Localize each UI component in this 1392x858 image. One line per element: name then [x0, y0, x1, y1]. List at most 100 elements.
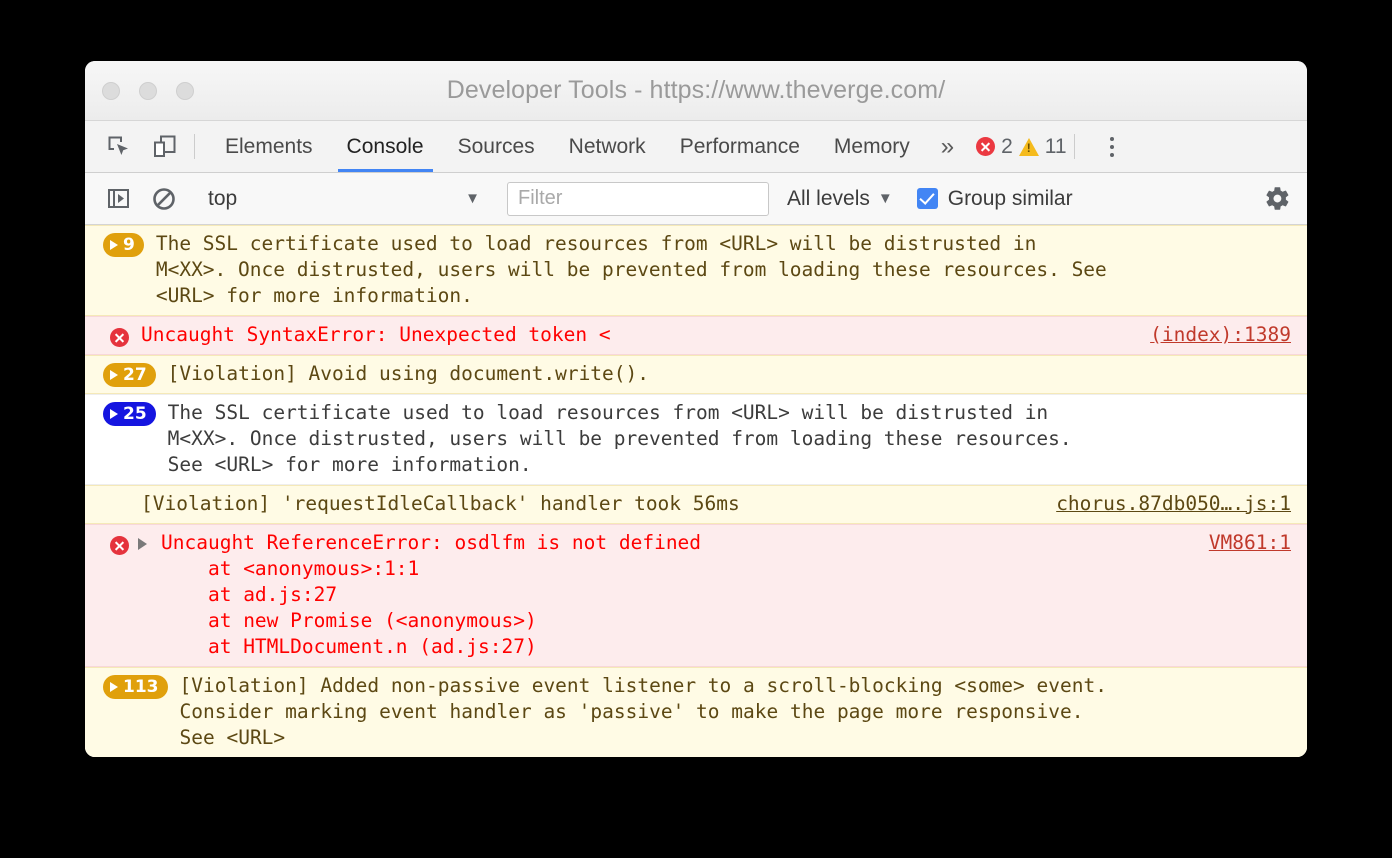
console-message[interactable]: [Violation] 'requestIdleCallback' handle…: [85, 485, 1307, 524]
message-count-badge[interactable]: 27: [103, 363, 156, 387]
message-count-value: 27: [123, 364, 147, 385]
group-similar-label: Group similar: [947, 186, 1073, 210]
message-line: M<XX>. Once distrusted, users will be pr…: [167, 427, 1072, 450]
warning-count-icon: [1018, 137, 1039, 156]
message-gutter: [95, 491, 129, 493]
tab-label: Network: [568, 134, 646, 158]
message-count-value: 25: [123, 403, 147, 424]
message-line: Uncaught SyntaxError: Unexpected token <: [141, 323, 611, 346]
console-toolbar: top ▼ Filter All levels ▼ Group similar: [85, 173, 1307, 225]
message-line: <URL> for more information.: [155, 284, 473, 307]
group-similar-checkbox[interactable]: [916, 188, 938, 209]
group-similar-toggle[interactable]: Group similar: [916, 186, 1073, 211]
log-levels-label: All levels: [787, 186, 870, 210]
message-source-link[interactable]: chorus.87db050….js:1: [1040, 491, 1297, 517]
message-gutter: 25: [95, 400, 156, 426]
window-title: Developer Tools - https://www.theverge.c…: [446, 76, 946, 104]
message-count-badge[interactable]: 9: [103, 233, 144, 257]
message-text: [Violation] 'requestIdleCallback' handle…: [129, 491, 1040, 517]
error-icon: [110, 536, 129, 555]
tab-label: Sources: [457, 134, 535, 158]
message-count-value: 9: [123, 234, 135, 255]
message-line: [Violation] Avoid using document.write()…: [167, 362, 650, 385]
message-count-value: 113: [123, 676, 159, 697]
devtools-menu-icon[interactable]: [1092, 121, 1132, 172]
inspect-element-icon[interactable]: [95, 121, 141, 172]
error-count-icon: [976, 137, 996, 156]
message-count-badge[interactable]: 25: [103, 402, 156, 426]
message-line: See <URL>: [179, 726, 286, 749]
console-message[interactable]: Uncaught ReferenceError: osdlfm is not d…: [85, 524, 1307, 667]
execution-context-selector[interactable]: top ▼: [208, 187, 488, 211]
expand-triangle-icon: [110, 370, 118, 380]
message-line: The SSL certificate used to load resourc…: [167, 401, 1049, 424]
message-gutter: 113: [95, 673, 168, 699]
message-text: [Violation] Avoid using document.write()…: [156, 361, 1297, 387]
more-tabs-label: »: [940, 132, 955, 160]
tab-console[interactable]: Console: [330, 121, 441, 172]
message-line: at <anonymous>:1:1: [161, 557, 420, 580]
message-line: at HTMLDocument.n (ad.js:27): [161, 635, 537, 658]
tab-label: Memory: [833, 134, 910, 158]
message-line: [Violation] 'requestIdleCallback' handle…: [141, 492, 740, 515]
clear-console-icon[interactable]: [141, 187, 187, 211]
tab-performance[interactable]: Performance: [663, 121, 817, 172]
chevron-down-icon: ▼: [877, 190, 893, 207]
message-gutter: 9: [95, 231, 144, 257]
message-text: The SSL certificate used to load resourc…: [144, 231, 1297, 309]
console-sidebar-toggle-icon[interactable]: [95, 187, 141, 210]
error-icon: [110, 328, 129, 347]
message-gutter: [95, 322, 129, 347]
message-line: at new Promise (<anonymous>): [161, 609, 537, 632]
console-message[interactable]: 25 The SSL certificate used to load resou…: [85, 394, 1307, 485]
console-message[interactable]: Uncaught SyntaxError: Unexpected token <…: [85, 316, 1307, 355]
more-tabs-icon[interactable]: »: [927, 121, 968, 172]
tab-sources[interactable]: Sources: [441, 121, 552, 172]
message-text: [Violation] Added non-passive event list…: [168, 673, 1298, 751]
close-button[interactable]: [102, 82, 120, 100]
tab-list: Elements Console Sources Network Perform…: [208, 121, 968, 172]
tab-network[interactable]: Network: [552, 121, 663, 172]
console-message[interactable]: 27 [Violation] Avoid using document.write…: [85, 355, 1307, 394]
filter-input[interactable]: Filter: [507, 181, 769, 216]
console-message[interactable]: 9 The SSL certificate used to load resour…: [85, 225, 1307, 316]
tab-elements[interactable]: Elements: [208, 121, 330, 172]
message-text: Uncaught SyntaxError: Unexpected token <: [129, 322, 1134, 348]
counters-divider: [1073, 134, 1075, 159]
expand-triangle-icon: [110, 682, 118, 692]
error-count-value: 2: [1001, 134, 1013, 158]
zoom-button[interactable]: [176, 82, 194, 100]
minimize-button[interactable]: [139, 82, 157, 100]
tab-memory[interactable]: Memory: [817, 121, 927, 172]
devtools-tabbar: Elements Console Sources Network Perform…: [85, 121, 1307, 173]
message-line: Uncaught ReferenceError: osdlfm is not d…: [161, 531, 702, 554]
window-titlebar: Developer Tools - https://www.theverge.c…: [85, 61, 1307, 121]
message-line: at ad.js:27: [161, 583, 338, 606]
message-source-link[interactable]: (index):1389: [1134, 322, 1297, 348]
console-settings-icon[interactable]: [1264, 185, 1291, 212]
tab-label: Elements: [225, 134, 313, 158]
message-source-link[interactable]: VM861:1: [1193, 530, 1297, 556]
expand-stack-trace-icon[interactable]: [138, 538, 147, 550]
message-line: Consider marking event handler as 'passi…: [179, 700, 1084, 723]
screenshot-stage: Developer Tools - https://www.theverge.c…: [0, 0, 1392, 858]
expand-triangle-icon: [110, 409, 118, 419]
execution-context-value: top: [208, 186, 238, 210]
log-levels-dropdown[interactable]: All levels ▼: [787, 187, 901, 211]
tab-label: Performance: [679, 134, 800, 158]
devtools-window: Developer Tools - https://www.theverge.c…: [85, 61, 1307, 757]
chevron-down-icon: ▼: [465, 190, 480, 207]
issue-counters[interactable]: 2 11: [976, 121, 1067, 172]
filter-placeholder: Filter: [518, 187, 563, 209]
message-count-badge[interactable]: 113: [103, 675, 168, 699]
message-gutter: [95, 530, 129, 555]
message-line: M<XX>. Once distrusted, users will be pr…: [155, 258, 1107, 281]
device-toolbar-icon[interactable]: [141, 121, 187, 172]
message-gutter: 27: [95, 361, 156, 387]
console-message[interactable]: 113 [Violation] Added non-passive event l…: [85, 667, 1307, 757]
message-line: [Violation] Added non-passive event list…: [179, 674, 1107, 697]
window-traffic-lights: [102, 82, 194, 100]
message-text: The SSL certificate used to load resourc…: [156, 400, 1297, 478]
console-message-list[interactable]: 9 The SSL certificate used to load resour…: [85, 225, 1307, 757]
message-line: The SSL certificate used to load resourc…: [155, 232, 1037, 255]
